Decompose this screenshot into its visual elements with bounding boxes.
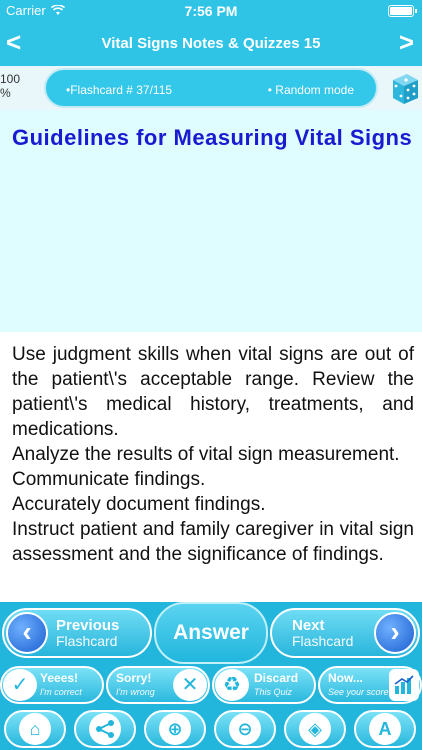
navigation-row: ‹ Previous Flashcard Answer Next Flashca… (0, 602, 422, 664)
answer-text: Use judgment skills when vital signs are… (12, 344, 414, 565)
flashcard-info-pill: •Flashcard # 37/115 • Random mode (44, 68, 378, 108)
random-mode-label: • Random mode (267, 83, 354, 97)
page-title: Vital Signs Notes & Quizzes 15 (101, 35, 321, 52)
previous-label: Previous (56, 617, 120, 634)
question-panel: Guidelines for Measuring Vital Signs (0, 110, 422, 332)
home-button[interactable]: ⌂ (4, 710, 66, 748)
next-label: Next (292, 617, 325, 634)
next-flashcard-button[interactable]: Next Flashcard › (270, 608, 420, 658)
answer-panel[interactable]: Use judgment skills when vital signs are… (0, 332, 422, 602)
nav-bar: < Vital Signs Notes & Quizzes 15 > (0, 22, 422, 66)
correct-button[interactable]: ✓ Yeees! I'm correct (0, 666, 104, 704)
discard-sub-label: This Quiz (254, 687, 293, 697)
info-bar: 100 % •Flashcard # 37/115 • Random mode (0, 66, 422, 110)
home-icon: ⌂ (19, 713, 51, 745)
score-sub-label: See your score (328, 687, 389, 697)
progress-percent: 100 % (0, 72, 21, 100)
answer-button[interactable]: Answer (154, 602, 268, 664)
zoom-out-button[interactable]: ⊖ (214, 710, 276, 748)
chevron-right-icon: › (374, 612, 416, 654)
wrong-button[interactable]: Sorry! I'm wrong ✕ (106, 666, 210, 704)
discard-quiz-button[interactable]: ♻ Discard This Quiz (212, 666, 316, 704)
previous-flashcard-button[interactable]: ‹ Previous Flashcard (2, 608, 152, 658)
zoom-in-button[interactable]: ⊕ (144, 710, 206, 748)
previous-sub-label: Flashcard (56, 633, 118, 649)
share-icon (89, 713, 121, 745)
dice-icon[interactable] (390, 68, 420, 108)
paint-bucket-icon: ◈ (299, 713, 331, 745)
checkmark-icon: ✓ (3, 669, 37, 701)
wrong-sub-label: I'm wrong (116, 687, 155, 697)
zoom-out-icon: ⊖ (229, 713, 261, 745)
back-button[interactable]: < (6, 28, 21, 56)
correct-sub-label: I'm correct (40, 687, 82, 697)
font-settings-button[interactable]: A (354, 710, 416, 748)
discard-label: Discard (254, 671, 299, 685)
bar-chart-icon (389, 669, 419, 701)
card-title: Guidelines for Measuring Vital Signs (12, 125, 413, 150)
wrong-label: Sorry! (116, 671, 152, 685)
battery-icon (388, 5, 417, 17)
chevron-left-icon: ‹ (6, 612, 48, 654)
share-button[interactable] (74, 710, 136, 748)
recycle-icon: ♻ (215, 669, 249, 701)
flashcard-counter: •Flashcard # 37/115 (66, 83, 173, 97)
score-label: Now... (328, 671, 363, 685)
see-score-button[interactable]: Now... See your score (318, 666, 422, 704)
correct-label: Yeees! (40, 671, 79, 685)
action-row: ✓ Yeees! I'm correct Sorry! I'm wrong ✕ … (0, 664, 422, 706)
status-time: 7:56 PM (184, 3, 238, 19)
text-color-button[interactable]: ◈ (284, 710, 346, 748)
zoom-in-icon: ⊕ (159, 713, 191, 745)
forward-button[interactable]: > (399, 28, 414, 56)
bottom-controls: ‹ Previous Flashcard Answer Next Flashca… (0, 602, 422, 750)
toolbar-row: ⌂ ⊕ ⊖ ◈ A (0, 706, 422, 750)
font-icon: A (369, 713, 401, 745)
next-sub-label: Flashcard (292, 633, 354, 649)
cross-icon: ✕ (173, 669, 207, 701)
status-bar: Carrier 7:56 PM (0, 0, 422, 22)
